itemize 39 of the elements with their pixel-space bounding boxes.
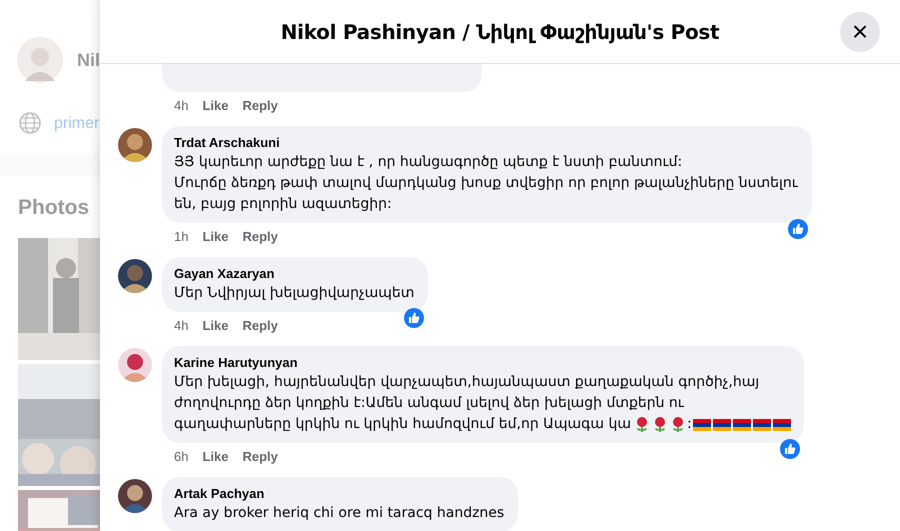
reply-button[interactable]: Reply bbox=[242, 316, 278, 336]
flag-icon bbox=[732, 416, 751, 432]
flag-icon bbox=[772, 416, 791, 432]
comment-text: Մեր խելացի, հայրենանվեր վարչապետ,հայանպաստ քաղաքական գործիչ,հայ bbox=[174, 373, 760, 392]
comment-text: : bbox=[686, 415, 692, 434]
comment-author[interactable]: Artak Pachyan bbox=[174, 485, 506, 503]
photos-heading: Photos bbox=[18, 195, 90, 221]
comment-time[interactable]: 4h bbox=[174, 96, 188, 116]
comment-time[interactable]: 4h bbox=[174, 316, 188, 336]
like-button[interactable]: Like bbox=[202, 447, 228, 467]
dialog-title: Nikol Pashinyan / Նիկոլ Փաշինյան's Post bbox=[280, 18, 720, 46]
flag-icon bbox=[692, 416, 711, 432]
flag-icon bbox=[712, 416, 731, 432]
comment-text: ժողովուրդը ձեր կողքին է:Ամեն անգամ լսելով ձեր խելացի մտքերն ու bbox=[174, 394, 684, 413]
avatar-icon bbox=[118, 479, 152, 513]
like-button[interactable]: Like bbox=[202, 316, 228, 336]
comment-text: Մեր Նվիրյալ խելացիվարչապետ bbox=[174, 284, 414, 303]
comment-author[interactable]: Karine Harutyunyan bbox=[174, 354, 792, 372]
comment-text: են, բայց բոլորին ազատեցիր: bbox=[174, 195, 392, 214]
like-button[interactable]: Like bbox=[202, 227, 228, 247]
like-button[interactable]: Like bbox=[202, 96, 228, 116]
avatar-icon bbox=[17, 37, 63, 83]
comment-author[interactable]: Gayan Xazaryan bbox=[174, 265, 416, 283]
comment-time[interactable]: 6h bbox=[174, 447, 188, 467]
reply-button[interactable]: Reply bbox=[242, 227, 278, 247]
comment-text: ՅՅ կարեւոր արժեքը նա է , որ հանցագործը պետք է նստի բանտում: bbox=[174, 153, 682, 172]
reply-button[interactable]: Reply bbox=[242, 447, 278, 467]
comment-time[interactable]: 1h bbox=[174, 227, 188, 247]
close-button[interactable]: × bbox=[840, 12, 880, 52]
comment-text: Մուրճը ձեռքդ թափ տալով մարդկանց խոսք տվեցիր որ բոլոր թալանչիները նստելու bbox=[174, 174, 798, 193]
flag-icon bbox=[752, 416, 771, 432]
avatar-icon bbox=[118, 128, 152, 162]
comment-text: Ara ay broker heriq chi ore mi taracq handznes bbox=[174, 504, 504, 523]
avatar-icon bbox=[118, 348, 152, 382]
comment-author[interactable]: Trdat Arschakuni bbox=[174, 134, 800, 152]
globe-icon bbox=[18, 111, 42, 135]
avatar-icon bbox=[118, 259, 152, 293]
comment-text: գաղափարները կրկին ու կրկին համոզվում եմ,որ Ապագա կա bbox=[174, 415, 631, 434]
reply-button[interactable]: Reply bbox=[242, 96, 278, 116]
